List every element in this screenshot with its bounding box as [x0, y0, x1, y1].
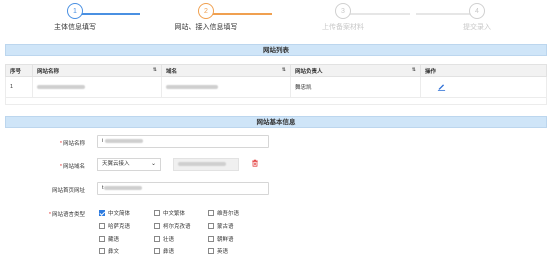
redacted-text — [104, 138, 143, 143]
checkbox-label: 彝语 — [163, 249, 175, 255]
table-footer — [5, 97, 547, 105]
domain-label: *网站域名 — [59, 164, 85, 170]
col-domain[interactable]: 域名 ⇅ — [161, 64, 291, 77]
checkbox-label: 英语 — [217, 249, 229, 255]
step-3: 3 上传备案材料 — [298, 3, 388, 32]
step-number: 1 — [67, 3, 83, 19]
step-label: 主体信息填写 — [54, 24, 96, 31]
cell-site-name — [32, 76, 162, 98]
site-list-header: 网站列表 — [5, 44, 547, 56]
checkbox-label: 彝文 — [108, 249, 120, 255]
checkbox-label: 柯尔克孜语 — [163, 224, 191, 230]
sort-icon[interactable]: ⇅ — [282, 67, 286, 73]
cell-index: 1 — [5, 76, 33, 98]
language-label: *网站语言类型 — [48, 212, 85, 218]
language-checkbox[interactable]: 彝文 — [99, 247, 119, 255]
checkbox-label: 蒙古语 — [217, 224, 234, 230]
checkbox-box[interactable] — [154, 210, 160, 216]
redacted-text — [37, 84, 85, 89]
cell-domain — [161, 76, 291, 98]
checkbox-box[interactable] — [154, 248, 160, 254]
language-checkbox[interactable]: 蒙古语 — [208, 222, 234, 230]
language-checkbox[interactable]: 藏语 — [99, 235, 119, 243]
redacted-text — [178, 161, 226, 166]
chevron-down-icon: ⌄ — [150, 161, 156, 167]
step-2: 2 网站、接入信息填写 — [161, 3, 251, 32]
checkbox-box[interactable] — [99, 248, 105, 254]
checkbox-box[interactable] — [99, 236, 105, 242]
language-checkbox[interactable]: 彝语 — [154, 247, 174, 255]
checkbox-label: 哈萨克语 — [108, 224, 131, 230]
site-info-header: 网站基本信息 — [5, 116, 547, 128]
checkbox-label: 维吾尔语 — [217, 211, 240, 217]
col-owner[interactable]: 网站负责人 ⇅ — [290, 64, 421, 77]
language-checkbox[interactable]: 壮语 — [154, 235, 174, 243]
language-checkbox[interactable]: 中文简体 — [99, 209, 130, 217]
col-index: 序号 — [5, 64, 33, 77]
checkbox-box[interactable] — [99, 223, 105, 229]
checkbox-box[interactable] — [154, 236, 160, 242]
step-label: 上传备案材料 — [322, 24, 364, 31]
table-row: 1 舞忠凯 — [5, 76, 547, 98]
checkbox-label: 朝鲜语 — [217, 237, 234, 243]
checkbox-box[interactable] — [154, 223, 160, 229]
step-4: 4 提交录入 — [432, 3, 522, 32]
language-checkbox[interactable]: 中文繁体 — [154, 209, 185, 217]
step-1: 1 主体信息填写 — [30, 3, 120, 32]
checkbox-box[interactable] — [99, 210, 105, 216]
cell-action — [420, 76, 547, 98]
checkbox-label: 中文繁体 — [163, 211, 186, 217]
step-number: 3 — [335, 3, 351, 19]
checkbox-box[interactable] — [208, 236, 214, 242]
access-provider-select[interactable]: 天翼云接入 ⌄ — [97, 158, 161, 171]
language-checkbox[interactable]: 柯尔克孜语 — [154, 222, 191, 230]
redacted-text — [166, 84, 218, 89]
homepage-input[interactable]: t — [97, 182, 269, 195]
col-action: 操作 — [420, 64, 547, 77]
site-name-label: *网站名称 — [59, 141, 85, 147]
step-number: 4 — [469, 3, 485, 19]
language-checkbox[interactable]: 维吾尔语 — [208, 209, 239, 217]
table-header-row: 序号 网站名称 ⇅ 域名 ⇅ 网站负责人 ⇅ 操作 — [5, 64, 547, 77]
step-number: 2 — [198, 3, 214, 19]
sort-icon[interactable]: ⇅ — [412, 67, 416, 73]
checkbox-box[interactable] — [208, 223, 214, 229]
step-label: 网站、接入信息填写 — [174, 24, 238, 31]
homepage-label: 网站首页网址 — [51, 188, 85, 194]
site-name-input[interactable]: i — [97, 135, 269, 148]
redacted-text — [103, 185, 142, 190]
progress-steps: 1 主体信息填写 2 网站、接入信息填写 3 上传备案材料 4 提交录入 — [0, 0, 554, 38]
col-site-name[interactable]: 网站名称 ⇅ — [32, 64, 162, 77]
delete-icon[interactable] — [251, 159, 259, 167]
language-checkbox[interactable]: 英语 — [208, 247, 228, 255]
language-checkbox[interactable]: 朝鲜语 — [208, 235, 234, 243]
checkbox-box[interactable] — [208, 210, 214, 216]
site-list-table: 序号 网站名称 ⇅ 域名 ⇅ 网站负责人 ⇅ 操作 1 舞忠凯 — [5, 64, 547, 98]
checkbox-box[interactable] — [208, 248, 214, 254]
step-label: 提交录入 — [463, 24, 491, 31]
checkbox-label: 壮语 — [163, 237, 175, 243]
language-checkbox[interactable]: 哈萨克语 — [99, 222, 130, 230]
checkbox-label: 中文简体 — [108, 211, 131, 217]
edit-icon[interactable] — [437, 82, 446, 91]
sort-icon[interactable]: ⇅ — [153, 67, 157, 73]
domain-input[interactable] — [173, 158, 239, 171]
checkbox-label: 藏语 — [108, 237, 120, 243]
cell-owner: 舞忠凯 — [290, 76, 421, 98]
